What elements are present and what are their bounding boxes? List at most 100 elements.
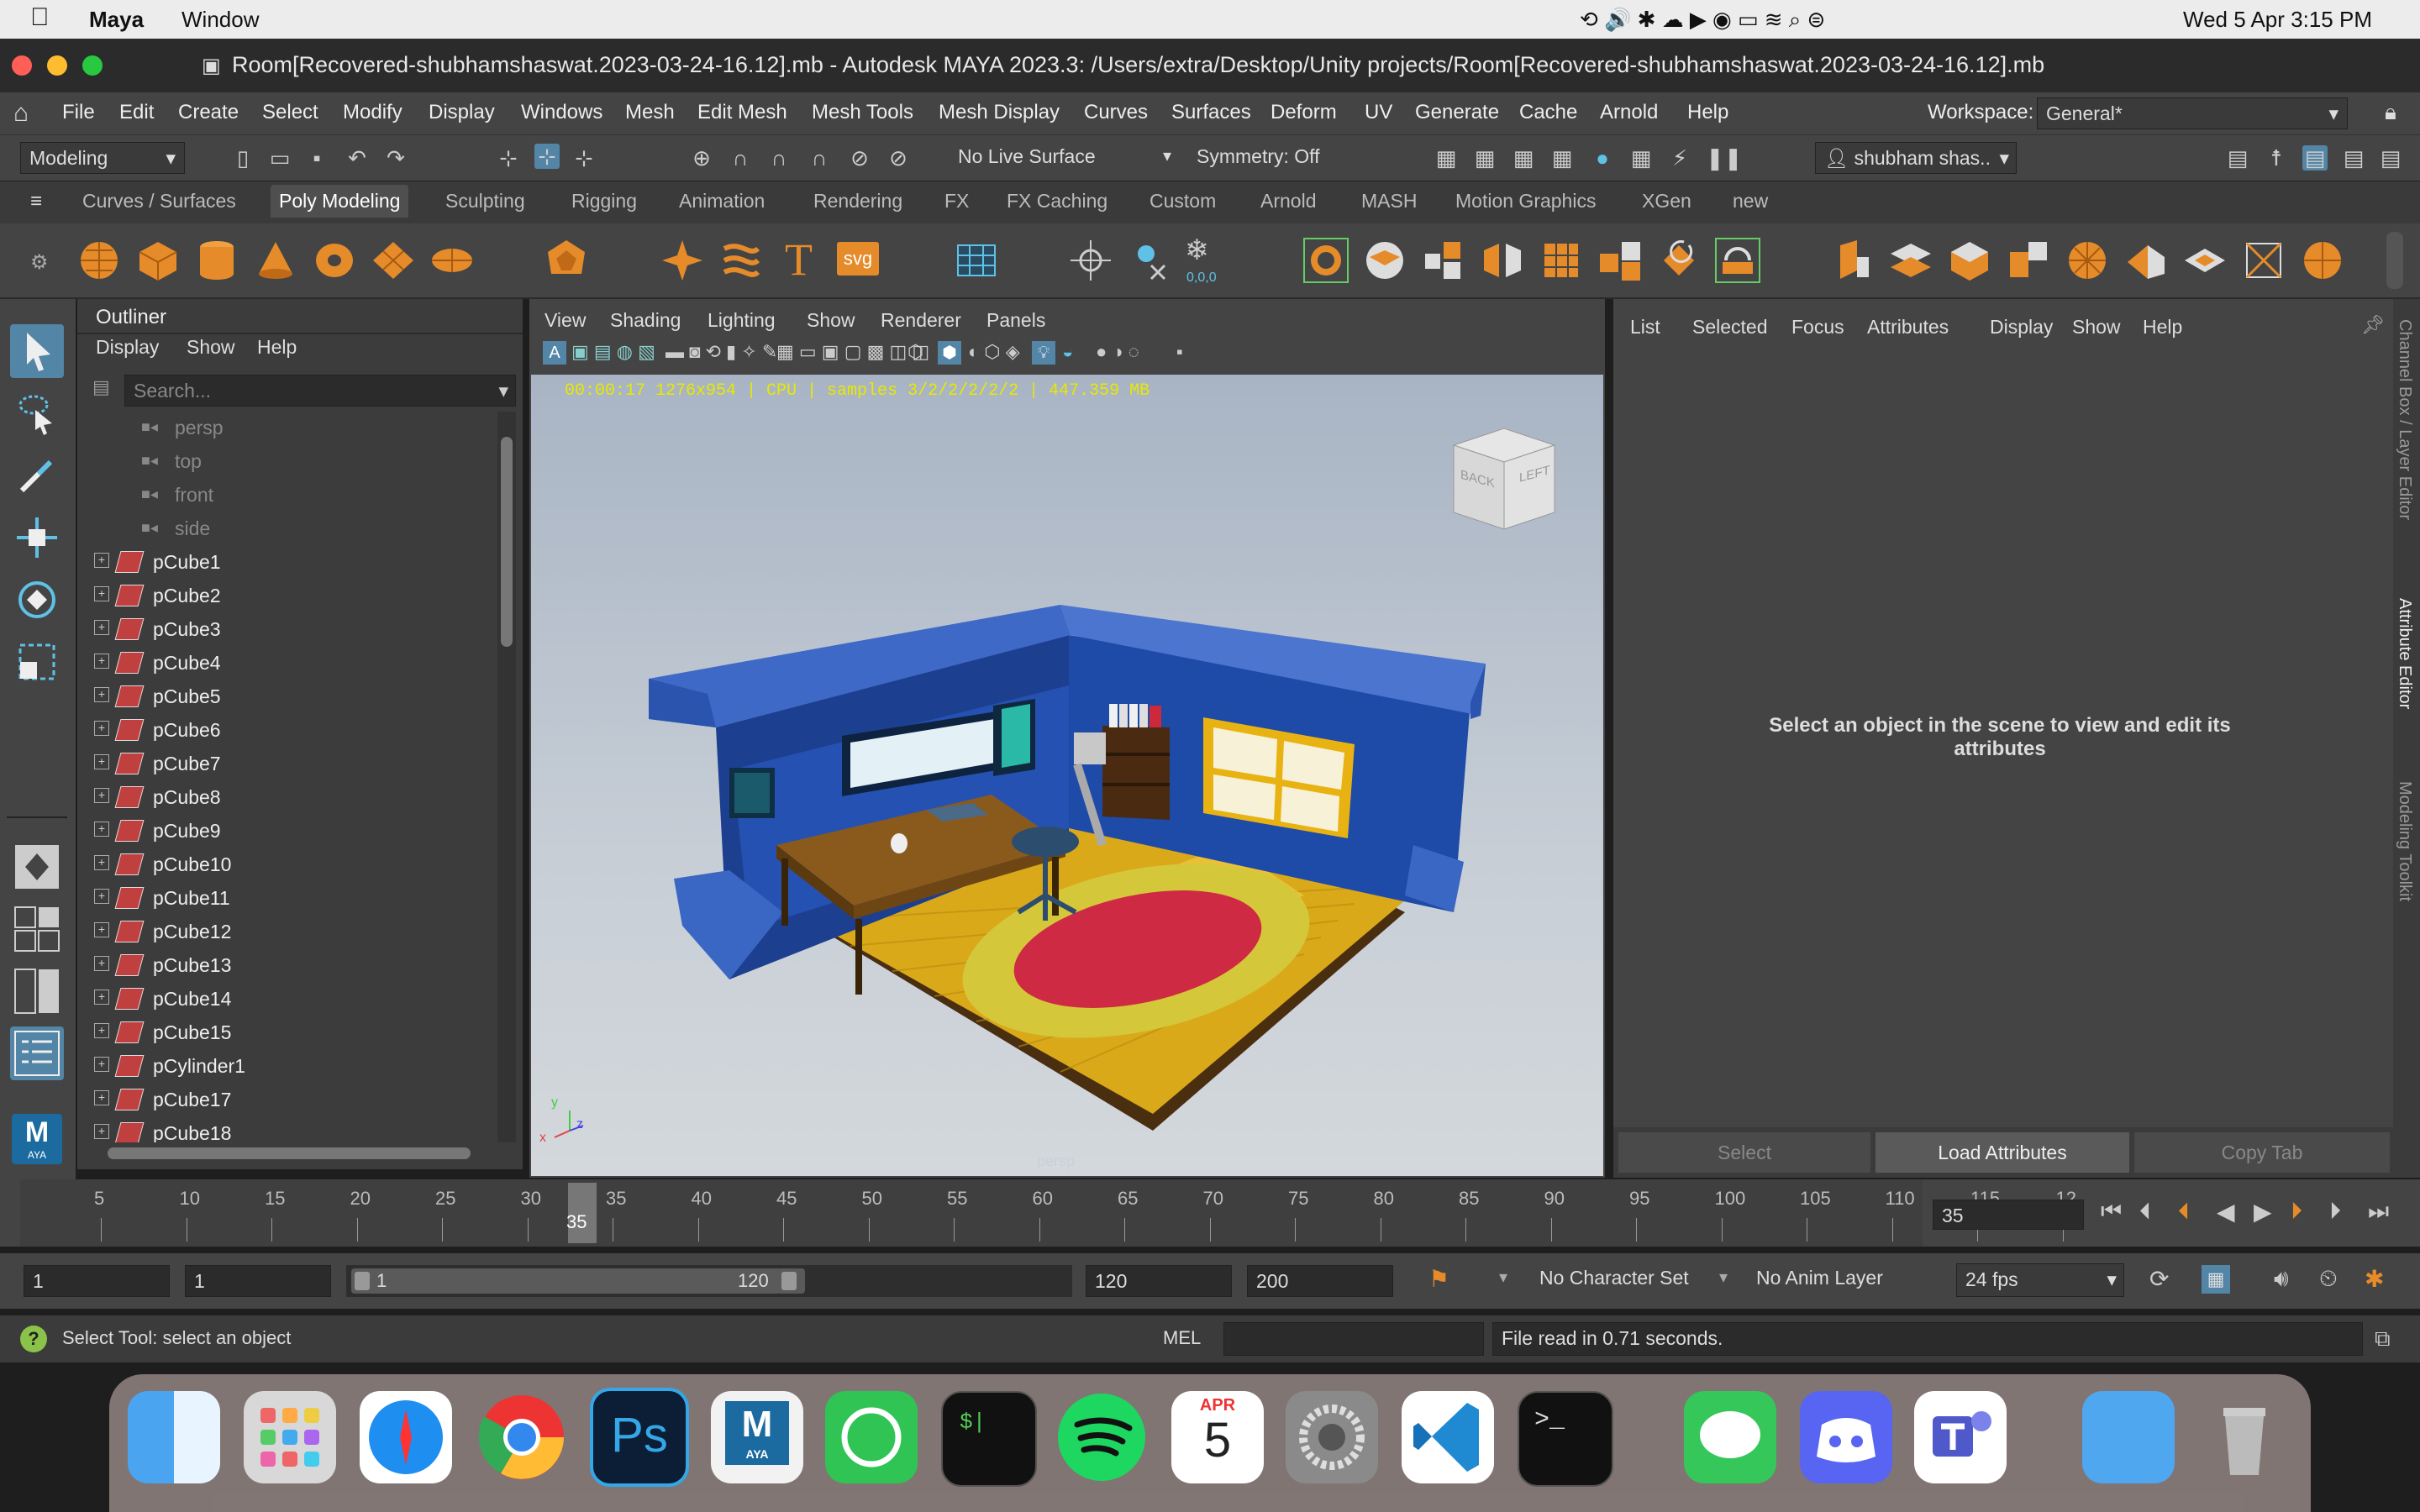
loop-icon[interactable]: ⟳ — [2149, 1265, 2169, 1293]
tab-animation[interactable]: Animation — [679, 190, 765, 213]
viewport-menu-panels[interactable]: Panels — [986, 309, 1045, 332]
minimize-window-button[interactable] — [47, 55, 67, 76]
expand-icon[interactable]: + — [94, 822, 109, 837]
list-item[interactable]: + pCube8 — [77, 781, 489, 815]
maya-dock-icon[interactable]: M AYA — [711, 1391, 803, 1483]
attribute-editor-toggle-icon[interactable]: ▤ — [2302, 145, 2328, 171]
ae-menu-attributes[interactable]: Attributes — [1867, 316, 1949, 339]
list-item[interactable]: ■◂ persp — [77, 412, 489, 445]
script-editor-icon[interactable]: ⧉ — [2375, 1326, 2391, 1352]
ae-menu-show[interactable]: Show — [2072, 316, 2121, 339]
bridge-icon[interactable] — [1714, 237, 1761, 284]
script-language-toggle[interactable]: MEL — [1163, 1327, 1201, 1349]
play-forwards-icon[interactable]: ▶ — [2254, 1198, 2272, 1226]
poly-plane-icon[interactable] — [370, 237, 417, 284]
chevron-down-icon[interactable]: ▾ — [1499, 1267, 1507, 1288]
ae-menu-selected[interactable]: Selected — [1692, 316, 1768, 339]
animation-preferences-icon[interactable]: ⏲ — [2319, 1265, 2338, 1293]
chevron-down-icon[interactable]: ▾ — [1719, 1267, 1728, 1288]
downloads-folder-icon[interactable] — [2082, 1391, 2175, 1483]
anim-layer-dropdown[interactable]: No Anim Layer — [1756, 1267, 1883, 1289]
photoshop-icon[interactable]: Ps — [590, 1388, 689, 1487]
smooth-icon[interactable] — [1420, 237, 1467, 284]
sculpt-icon[interactable] — [2299, 237, 2346, 284]
status-icons[interactable]: ⟲ 🔊 ✱ ☁ ▶ ◉ ▭ ≋ ⌕ ⊜ — [1580, 7, 1825, 34]
menu-mesh-display[interactable]: Mesh Display — [939, 101, 1060, 124]
list-item[interactable]: + pCube14 — [77, 983, 489, 1016]
shelf-scrollbar[interactable] — [2386, 232, 2403, 289]
expand-icon[interactable]: + — [94, 1090, 109, 1105]
tab-fx-caching[interactable]: FX Caching — [1007, 190, 1107, 213]
snap-edge-icon[interactable]: ⊘ — [886, 145, 911, 171]
character-controls-icon[interactable]: ☨ — [2264, 145, 2289, 171]
expand-icon[interactable]: + — [94, 721, 109, 736]
expand-icon[interactable]: + — [94, 855, 109, 870]
tab-sculpting[interactable]: Sculpting — [445, 190, 525, 213]
platonic-solid-icon[interactable] — [543, 237, 590, 284]
window-menu[interactable]: Window — [182, 7, 259, 33]
playback-end-field[interactable]: 120 — [1086, 1265, 1232, 1297]
menu-curves[interactable]: Curves — [1084, 101, 1148, 124]
wireframe-icon[interactable]: ⬡ — [908, 341, 923, 363]
spotify-icon[interactable] — [1055, 1391, 1148, 1483]
ae-select-button[interactable]: Select — [1618, 1132, 1870, 1173]
outliner-hscroll[interactable] — [87, 1142, 491, 1163]
expand-icon[interactable]: + — [94, 687, 109, 702]
ae-menu-list[interactable]: List — [1630, 316, 1660, 339]
range-end-handle[interactable] — [781, 1272, 797, 1290]
redo-icon[interactable]: ↷ — [383, 145, 408, 171]
tab-curves-surfaces[interactable]: Curves / Surfaces — [82, 190, 236, 213]
step-forward-icon[interactable]: ⏵ — [2329, 1198, 2341, 1226]
apple-icon[interactable]:  — [30, 3, 50, 32]
lasso-tool-icon[interactable] — [10, 386, 64, 440]
scene-start-field[interactable]: 1 — [24, 1265, 170, 1297]
grid-toggle-icon[interactable]: ▦ ▭ ▣ ▢ ▩ ◫ ◫ — [776, 341, 929, 363]
menu-edit-mesh[interactable]: Edit Mesh — [697, 101, 787, 124]
shelf-settings-icon[interactable]: ⚙ — [30, 250, 49, 275]
list-item[interactable]: + pCube17 — [77, 1084, 489, 1117]
hypershade-icon[interactable]: ● — [1590, 145, 1615, 171]
outliner-scrollbar-track[interactable] — [497, 412, 516, 1142]
current-frame-field[interactable]: 35 — [1933, 1200, 2084, 1230]
home-icon[interactable]: ⌂ — [13, 99, 29, 128]
outliner-filter-icon[interactable]: ▤ — [92, 376, 110, 398]
cache-playback-icon[interactable]: ▦ — [2202, 1265, 2230, 1294]
reset-pivot-icon[interactable] — [1126, 237, 1173, 284]
expand-icon[interactable]: + — [94, 922, 109, 937]
menu-uv[interactable]: UV — [1365, 101, 1392, 124]
freeze-transform-icon[interactable]: ❄ — [1185, 234, 1209, 267]
menu-surfaces[interactable]: Surfaces — [1171, 101, 1251, 124]
menu-cache[interactable]: Cache — [1519, 101, 1577, 124]
isolate-icon[interactable]: A — [543, 341, 566, 365]
trash-icon[interactable] — [2198, 1391, 2291, 1483]
xray-icon[interactable]: ▪ — [1176, 341, 1183, 363]
expand-icon[interactable]: + — [94, 956, 109, 971]
expand-icon[interactable]: + — [94, 620, 109, 635]
whatsapp-icon[interactable] — [825, 1391, 918, 1483]
menu-mesh[interactable]: Mesh — [625, 101, 675, 124]
auto-key-icon[interactable]: ⚑ — [1428, 1265, 1449, 1293]
tab-arnold[interactable]: Arnold — [1260, 190, 1316, 213]
finder-icon[interactable] — [128, 1391, 220, 1483]
sweep-mesh-icon[interactable] — [718, 237, 765, 284]
expand-icon[interactable]: + — [94, 788, 109, 803]
select-hierarchy-icon[interactable]: ⊹ — [496, 145, 521, 171]
poly-cylinder-icon[interactable] — [193, 237, 240, 284]
expand-icon[interactable]: + — [94, 586, 109, 601]
tab-motion-graphics[interactable]: Motion Graphics — [1455, 190, 1596, 213]
playback-start-field[interactable]: 1 — [185, 1265, 331, 1297]
pause-icon[interactable]: ❚❚ — [1706, 145, 1743, 171]
app-menu[interactable]: Maya — [89, 7, 144, 33]
outliner-hscroll-thumb[interactable] — [108, 1147, 471, 1159]
menu-help[interactable]: Help — [1687, 101, 1728, 124]
viewport-menu-renderer[interactable]: Renderer — [881, 309, 961, 332]
close-window-button[interactable] — [12, 55, 32, 76]
poly-sphere-icon[interactable] — [76, 237, 123, 284]
tab-custom[interactable]: Custom — [1150, 190, 1216, 213]
list-item[interactable]: + pCube18 — [77, 1117, 489, 1142]
tab-attribute-editor[interactable]: Attribute Editor — [2395, 598, 2420, 783]
menu-arnold[interactable]: Arnold — [1600, 101, 1658, 124]
viewport-menu-shading[interactable]: Shading — [610, 309, 681, 332]
step-back-key-icon[interactable]: ⏴ — [2178, 1198, 2190, 1226]
rotate-tool-icon[interactable] — [10, 573, 64, 627]
